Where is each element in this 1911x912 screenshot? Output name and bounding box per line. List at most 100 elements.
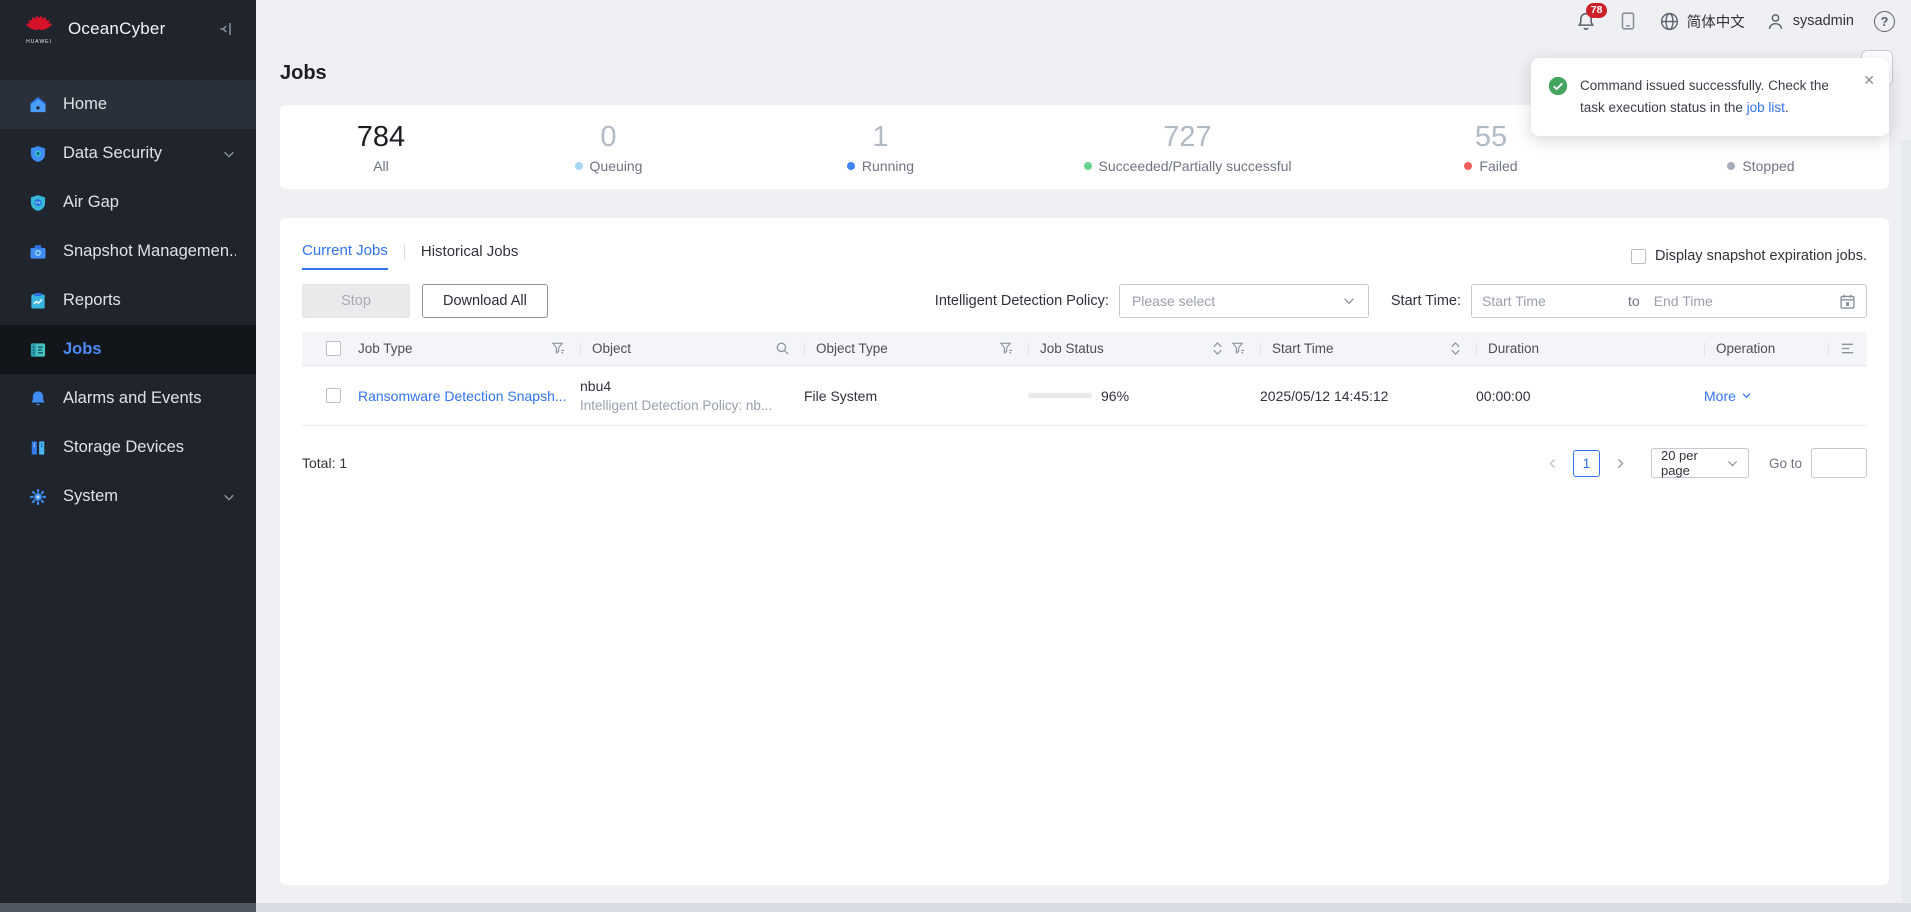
filter-icon[interactable] — [551, 341, 566, 356]
col-job-type: Job Type — [358, 341, 413, 356]
more-actions-button[interactable]: More — [1704, 388, 1752, 404]
stat-label: Succeeded/Partially successful — [1099, 158, 1292, 174]
sidebar-collapse-icon[interactable] — [218, 20, 236, 38]
sidebar-item-label: Storage Devices — [63, 438, 184, 457]
topbar-actions: 78 简体中文 sysadmin ? — [1575, 10, 1895, 32]
sidebar-item-label: Home — [63, 95, 107, 114]
page-number-button[interactable]: 1 — [1573, 450, 1600, 477]
stat-label: Running — [862, 158, 914, 174]
language-switcher[interactable]: 简体中文 — [1659, 11, 1745, 32]
jobs-list-icon — [28, 340, 48, 360]
sidebar-item-alarms-and-events[interactable]: Alarms and Events — [0, 374, 256, 423]
prev-page-button[interactable] — [1540, 457, 1565, 470]
next-page-button[interactable] — [1608, 457, 1633, 470]
notification-badge: 78 — [1586, 3, 1608, 18]
start-time-filter-label: Start Time: — [1391, 293, 1461, 309]
sidebar-item-label: System — [63, 487, 118, 506]
sidebar-item-snapshot-management[interactable]: Snapshot Managemen... — [0, 227, 256, 276]
time-range-picker[interactable]: to — [1471, 284, 1867, 318]
object-type-value: File System — [804, 388, 877, 404]
table-row: Ransomware Detection Snapsh... nbu4 Inte… — [302, 366, 1867, 426]
policy-filter-label: Intelligent Detection Policy: — [935, 293, 1109, 309]
calendar-icon[interactable] — [1839, 293, 1856, 310]
col-duration: Duration — [1488, 341, 1539, 356]
row-checkbox[interactable] — [326, 388, 341, 403]
user-menu[interactable]: sysadmin — [1765, 11, 1854, 32]
stop-button[interactable]: Stop — [302, 284, 410, 318]
success-check-icon — [1547, 75, 1569, 118]
sidebar-item-home[interactable]: Home — [0, 80, 256, 129]
sidebar-item-reports[interactable]: Reports — [0, 276, 256, 325]
jobs-card: Current Jobs Historical Jobs Display sna… — [280, 218, 1889, 885]
main-content: Jobs 784 All 0 Queuing 1 Running 727 Suc… — [256, 0, 1911, 912]
stat-value: 784 — [357, 120, 405, 155]
running-dot — [847, 162, 855, 170]
chevron-down-icon — [222, 147, 236, 161]
range-to-label: to — [1628, 293, 1640, 309]
sidebar-item-label: Alarms and Events — [63, 389, 201, 408]
object-policy-subtext: Intelligent Detection Policy: nb... — [580, 396, 772, 416]
chevron-down-icon — [1342, 294, 1356, 308]
display-snapshot-expiration-checkbox[interactable]: Display snapshot expiration jobs. — [1631, 248, 1867, 264]
stat-running: 1 Running — [735, 120, 1026, 174]
vertical-scrollbar[interactable] — [1901, 140, 1911, 902]
sidebar-item-data-security[interactable]: Data Security — [0, 129, 256, 178]
stat-queuing: 0 Queuing — [482, 120, 735, 174]
download-all-button[interactable]: Download All — [422, 284, 548, 318]
job-type-link[interactable]: Ransomware Detection Snapsh... — [358, 388, 567, 404]
device-panel-button[interactable] — [1617, 10, 1639, 32]
close-icon[interactable]: ✕ — [1863, 72, 1875, 89]
notifications-button[interactable]: 78 — [1575, 10, 1597, 32]
globe-icon — [1659, 11, 1680, 32]
brand: HUAWEI OceanCyber — [0, 0, 256, 58]
filter-icon[interactable] — [1231, 341, 1246, 356]
object-name: nbu4 — [580, 376, 611, 396]
stat-value: 0 — [600, 120, 616, 155]
username-label: sysadmin — [1793, 13, 1854, 29]
stat-value: 727 — [1163, 120, 1211, 155]
checkbox[interactable] — [1631, 249, 1646, 264]
sidebar-item-air-gap[interactable]: Air Gap — [0, 178, 256, 227]
horizontal-scrollbar[interactable] — [0, 903, 1911, 912]
sort-icon[interactable] — [1211, 341, 1224, 356]
table-header-row: Job Type Object Object Type — [302, 332, 1867, 366]
goto-page-input[interactable] — [1811, 448, 1867, 478]
search-icon[interactable] — [775, 341, 790, 356]
filters: Intelligent Detection Policy: Please sel… — [935, 284, 1867, 318]
total-count: Total: 1 — [302, 455, 347, 471]
tab-current-jobs[interactable]: Current Jobs — [302, 242, 388, 270]
chevron-down-icon — [222, 490, 236, 504]
shield-icon — [28, 144, 48, 164]
select-all-checkbox[interactable] — [326, 341, 341, 356]
sidebar-item-system[interactable]: System — [0, 472, 256, 521]
air-gap-shield-icon — [28, 193, 48, 213]
stopped-dot — [1727, 162, 1735, 170]
column-settings-icon[interactable] — [1840, 342, 1855, 355]
start-time-input[interactable] — [1482, 293, 1622, 309]
tablet-icon — [1617, 10, 1639, 32]
filter-icon[interactable] — [999, 341, 1014, 356]
per-page-select[interactable]: 20 per page — [1651, 448, 1749, 478]
stat-label: Queuing — [590, 158, 643, 174]
sidebar-item-storage-devices[interactable]: Storage Devices — [0, 423, 256, 472]
policy-select[interactable]: Please select — [1119, 284, 1369, 318]
toast-message-after: . — [1785, 100, 1789, 115]
pager: 1 20 per page Go to — [1540, 448, 1867, 478]
page-title: Jobs — [280, 62, 327, 85]
sidebar-item-label: Data Security — [63, 144, 162, 163]
sidebar-item-label: Jobs — [63, 340, 102, 359]
tab-historical-jobs[interactable]: Historical Jobs — [421, 243, 519, 269]
job-list-link[interactable]: job list — [1747, 100, 1785, 115]
report-icon — [28, 291, 48, 311]
sidebar-item-jobs[interactable]: Jobs — [0, 325, 256, 374]
end-time-input[interactable] — [1654, 293, 1794, 309]
sort-icon[interactable] — [1449, 341, 1462, 356]
help-button[interactable]: ? — [1874, 11, 1895, 32]
sidebar: HUAWEI OceanCyber Home Data Security — [0, 0, 256, 912]
stat-succeeded: 727 Succeeded/Partially successful — [1026, 120, 1349, 174]
progress-percent: 96% — [1101, 388, 1129, 404]
camera-icon — [28, 242, 48, 262]
help-icon: ? — [1881, 14, 1889, 29]
stat-label: Stopped — [1742, 158, 1794, 174]
brand-name: OceanCyber — [68, 19, 165, 39]
